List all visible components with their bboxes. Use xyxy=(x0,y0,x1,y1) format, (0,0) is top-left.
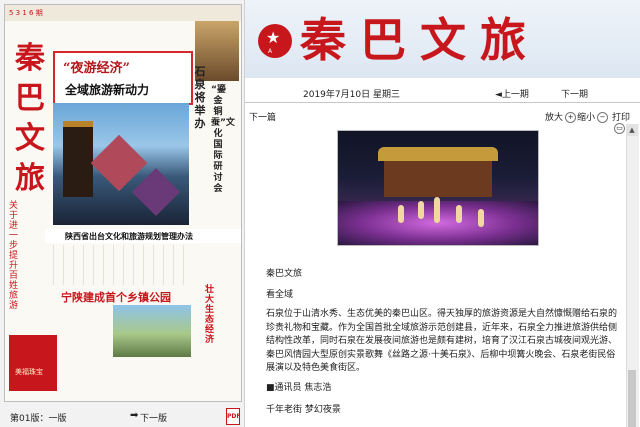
lead-headline: 全域旅游新动力 xyxy=(65,83,150,97)
stage-building xyxy=(384,161,492,197)
vertical-headline-1[interactable]: 石泉将举办 xyxy=(193,65,207,130)
next-issue-link[interactable]: 下一期 xyxy=(561,87,588,100)
advertisement: 美福珠宝 xyxy=(9,335,57,391)
next-article-link[interactable]: 下一篇 xyxy=(249,110,276,123)
zoom-out-button[interactable]: 缩小 − xyxy=(577,110,609,123)
article-body: 石泉位于山清水秀、生态优美的秦巴山区。得天独厚的旅游资源是大自然慷慨赠给石泉的珍… xyxy=(266,309,618,373)
page-preview-pane: 5 3 1 6 期 秦巴文旅 “夜游经济” 全域旅游新动力 石泉将举办 “鎏金铜… xyxy=(0,0,245,427)
zoom-in-button[interactable]: 放大 + xyxy=(545,110,577,123)
photo-inset-2 xyxy=(131,167,181,217)
left-vertical-headline[interactable]: 关于进一步提升百姓旅游 xyxy=(9,201,23,311)
lead-headline-box[interactable]: “夜游经济” 全域旅游新动力 xyxy=(53,51,193,105)
article-subtitle: 看全域 xyxy=(266,290,294,300)
pdf-icon[interactable]: PDF xyxy=(226,408,240,425)
article-columns xyxy=(53,245,189,285)
date-bar: 2019年7月10日 星期三 ◄上一期 下一期 xyxy=(245,84,640,100)
performer xyxy=(418,201,424,219)
performer xyxy=(398,205,404,223)
preview-footer: 第01版：一版 ➡ 下一版 PDF xyxy=(0,405,244,427)
zoom-in-label: 放大 xyxy=(545,113,564,123)
print-label: 打印 xyxy=(612,113,631,123)
scroll-up-icon[interactable]: ▲ xyxy=(626,124,638,136)
ad-text: 美福珠宝 xyxy=(15,368,43,376)
issue-date: 2019年7月10日 星期三 xyxy=(303,90,400,100)
print-icon: ▭ xyxy=(614,123,625,134)
bottom-photo xyxy=(113,305,191,357)
divider xyxy=(245,102,640,103)
star-logo-icon: ★ A xyxy=(258,24,292,58)
performer xyxy=(434,197,440,223)
vertical-headline-2[interactable]: “鎏金铜蚕”文化国际研讨会 xyxy=(211,85,235,195)
scroll-thumb[interactable] xyxy=(628,370,636,427)
site-title: 秦巴文旅 xyxy=(300,13,540,67)
zoom-out-icon: − xyxy=(597,112,609,123)
article-section: 秦巴文旅 xyxy=(266,269,303,279)
article-caption: 千年老街 梦幻夜景 xyxy=(266,405,341,415)
sub-headline[interactable]: 宁陕建成首个乡镇公园 xyxy=(61,289,171,305)
photo-inset-1 xyxy=(90,134,148,192)
zoom-in-icon: + xyxy=(565,112,577,123)
prev-issue-link[interactable]: ◄上一期 xyxy=(495,87,529,100)
article-toolbar: 下一篇 放大 + 缩小 − 打印▭ xyxy=(245,108,640,134)
logo-letter: A xyxy=(268,48,273,55)
right-arrow-icon: ➡ xyxy=(130,410,139,421)
paper-issue-number: 5 3 1 6 期 xyxy=(9,9,43,17)
stage-roof xyxy=(378,147,498,161)
page-label: 第01版：一版 xyxy=(10,414,67,424)
next-page-link[interactable]: 下一版 xyxy=(140,411,167,424)
performer xyxy=(478,209,484,227)
zoom-out-label: 缩小 xyxy=(577,113,596,123)
pagoda-image xyxy=(63,121,93,197)
article-bar-headline[interactable]: 陕西省出台文化和旅游规划管理办法 xyxy=(45,229,241,243)
logo-star: ★ xyxy=(266,28,281,47)
lead-headline-red: “夜游经济” xyxy=(63,61,130,76)
article-reporter: ■通讯员 焦志浩 xyxy=(266,383,332,393)
paper-masthead: 秦巴文旅 xyxy=(15,41,45,196)
paper-top-strip: 5 3 1 6 期 xyxy=(5,5,241,21)
bar-headline-text: 陕西省出台文化和旅游规划管理办法 xyxy=(65,232,193,241)
performer xyxy=(456,205,462,223)
article-photo xyxy=(337,130,539,246)
right-vertical-headline[interactable]: 壮大生态经济 xyxy=(205,285,217,345)
lead-photo xyxy=(53,103,189,225)
newspaper-page-thumbnail[interactable]: 5 3 1 6 期 秦巴文旅 “夜游经济” 全域旅游新动力 石泉将举办 “鎏金铜… xyxy=(4,4,242,402)
